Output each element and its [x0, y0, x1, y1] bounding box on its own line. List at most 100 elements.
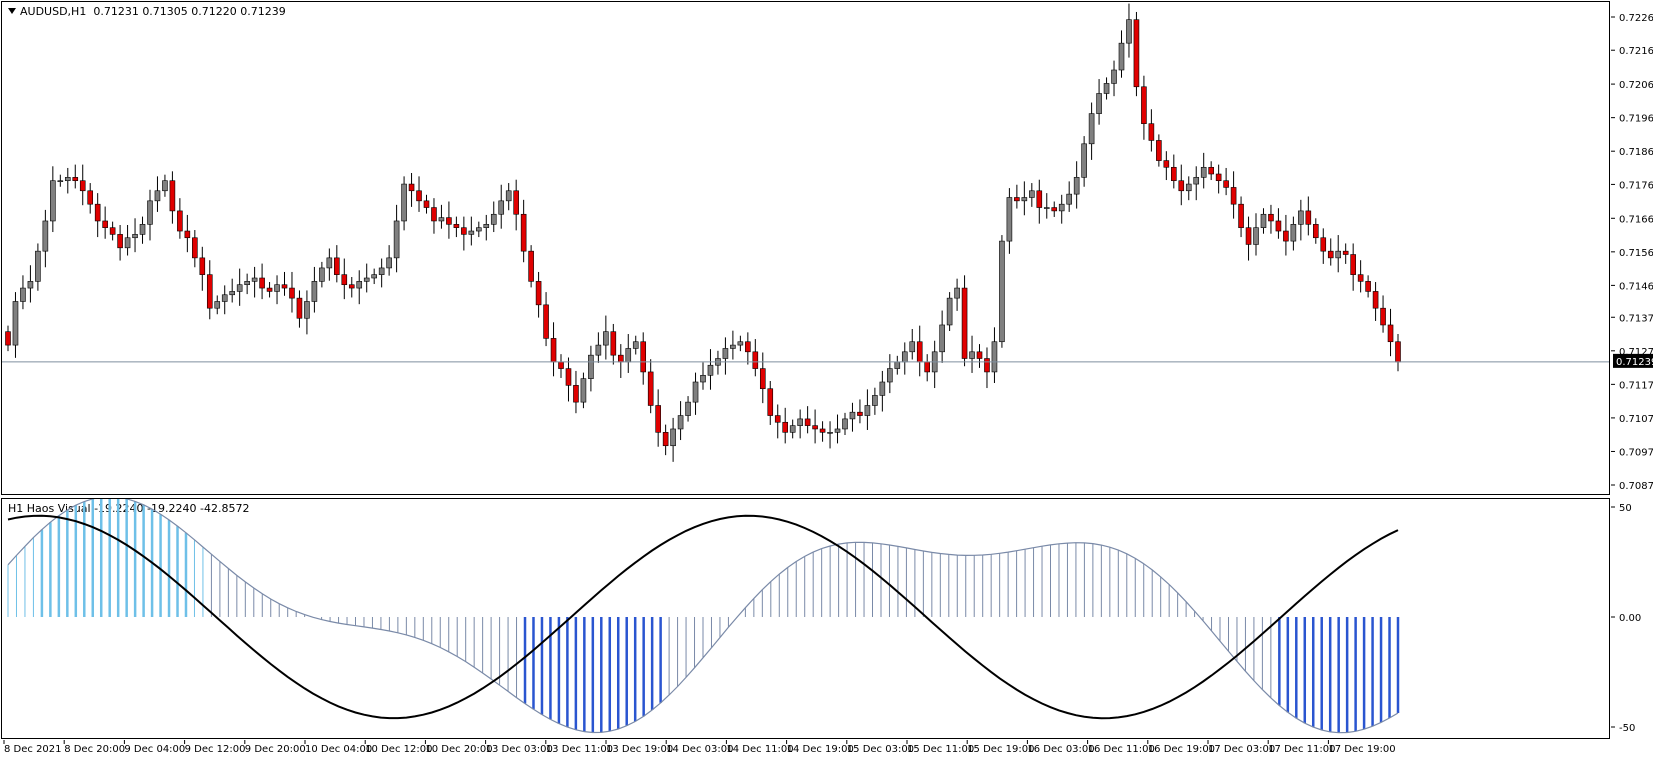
- candle-body: [251, 277, 258, 282]
- candle-body: [901, 351, 908, 363]
- candle-body: [1156, 140, 1162, 161]
- indicator-axis-label: 50: [1619, 503, 1632, 514]
- candle-body: [311, 281, 318, 302]
- candle-body: [999, 240, 1005, 343]
- candle-body: [162, 180, 168, 192]
- candle-body: [363, 277, 370, 282]
- price-axis-label: 0.71865: [1619, 147, 1653, 158]
- time-axis-label: 14 Dec 11:00: [726, 744, 793, 755]
- candle-body: [1245, 227, 1252, 245]
- candle-body: [117, 234, 123, 249]
- candle-body: [1312, 224, 1319, 239]
- candle-body: [1268, 213, 1274, 222]
- candle-body: [296, 297, 303, 319]
- candle-body: [804, 418, 811, 426]
- indicator-panel[interactable]: H1 Haos Visual -19.2240 -19.2240 -42.857…: [1, 498, 1610, 739]
- candle-body: [319, 267, 325, 282]
- candle-body: [42, 220, 49, 252]
- candle-body: [1051, 207, 1058, 212]
- candle-body: [632, 341, 639, 349]
- price-axis-label: 0.71965: [1619, 114, 1653, 125]
- time-axis-label: 9 Dec 12:00: [185, 744, 246, 755]
- candle-body: [5, 331, 11, 346]
- candle-body: [565, 368, 572, 386]
- candle-body: [274, 284, 280, 292]
- candle-body: [603, 331, 609, 346]
- price-axis-label: 0.71270: [1619, 347, 1653, 358]
- candle-body: [35, 250, 41, 282]
- candle-body: [423, 200, 430, 208]
- indicator-axis-label: -50: [1619, 723, 1635, 734]
- candle-body: [1200, 166, 1207, 178]
- candle-body: [27, 281, 34, 289]
- candle-body: [453, 224, 460, 228]
- candle-body: [759, 368, 766, 390]
- candle-body: [1021, 197, 1028, 202]
- candle-body: [20, 287, 26, 302]
- candle-body: [1006, 197, 1013, 242]
- candle-body: [887, 368, 893, 383]
- candle-body: [782, 421, 789, 433]
- candle-body: [655, 405, 661, 433]
- candle-body: [154, 190, 161, 202]
- candle-body: [976, 351, 983, 359]
- candle-body: [341, 274, 348, 286]
- candle-body: [752, 351, 759, 369]
- candle-body: [700, 374, 706, 383]
- candle-body: [386, 257, 392, 269]
- candle-body: [984, 358, 990, 373]
- candle-body: [446, 217, 452, 225]
- candle-body: [408, 183, 415, 192]
- candle-body: [1088, 113, 1095, 145]
- time-axis-label: 17 Dec 19:00: [1328, 744, 1395, 755]
- terminal-chart-window: AUDUSD,H1 0.71231 0.71305 0.71220 0.7123…: [0, 0, 1653, 760]
- candle-body: [1066, 193, 1072, 205]
- candle-body: [102, 220, 108, 228]
- histogram-outline: [7, 499, 1399, 734]
- time-axis-label: 13 Dec 19:00: [606, 744, 673, 755]
- candle-body: [1081, 143, 1087, 178]
- time-axis-label: 16 Dec 11:00: [1088, 744, 1155, 755]
- candle-body: [431, 207, 437, 222]
- candle-body: [946, 297, 953, 326]
- candle-body: [1133, 19, 1140, 88]
- candle-body: [505, 190, 512, 202]
- candle-body: [827, 432, 833, 434]
- candle-body: [1126, 19, 1132, 44]
- candle-body: [1096, 93, 1102, 114]
- candle-body: [924, 361, 930, 373]
- candle-body: [1230, 187, 1237, 205]
- candle-body: [236, 284, 243, 292]
- indicator-chart: [7, 499, 1400, 734]
- candle-body: [789, 425, 796, 433]
- candle-body: [573, 385, 579, 403]
- price-chart-panel[interactable]: AUDUSD,H1 0.71231 0.71305 0.71220 0.7123…: [1, 1, 1610, 495]
- candle-body: [520, 213, 527, 252]
- time-axis-label: 15 Dec 03:00: [847, 744, 914, 755]
- price-axis-label: 0.71170: [1619, 380, 1653, 391]
- candle-body: [1350, 254, 1356, 275]
- candle-body: [812, 425, 818, 430]
- candle-body: [1058, 203, 1065, 212]
- candle-body: [595, 344, 602, 356]
- candle-body: [12, 301, 19, 346]
- candle-body: [1141, 86, 1147, 124]
- price-axis-label: 0.71070: [1619, 414, 1653, 425]
- candle-body: [916, 341, 923, 363]
- candle-body: [1260, 213, 1267, 228]
- candle-body: [124, 237, 131, 249]
- candle-body: [834, 428, 841, 433]
- candle-body: [1043, 207, 1050, 209]
- candle-body: [842, 418, 848, 430]
- candle-body: [528, 250, 534, 282]
- candle-body: [304, 301, 310, 319]
- candle-body: [132, 234, 138, 239]
- candle-body: [206, 274, 213, 309]
- candle-body: [1387, 324, 1394, 343]
- time-axis-label: 15 Dec 11:00: [907, 744, 974, 755]
- time-axis-label: 10 Dec 20:00: [425, 744, 492, 755]
- candle-body: [1193, 177, 1200, 185]
- candle-body: [50, 180, 56, 222]
- candle-body: [662, 432, 669, 447]
- candle-body: [685, 401, 691, 416]
